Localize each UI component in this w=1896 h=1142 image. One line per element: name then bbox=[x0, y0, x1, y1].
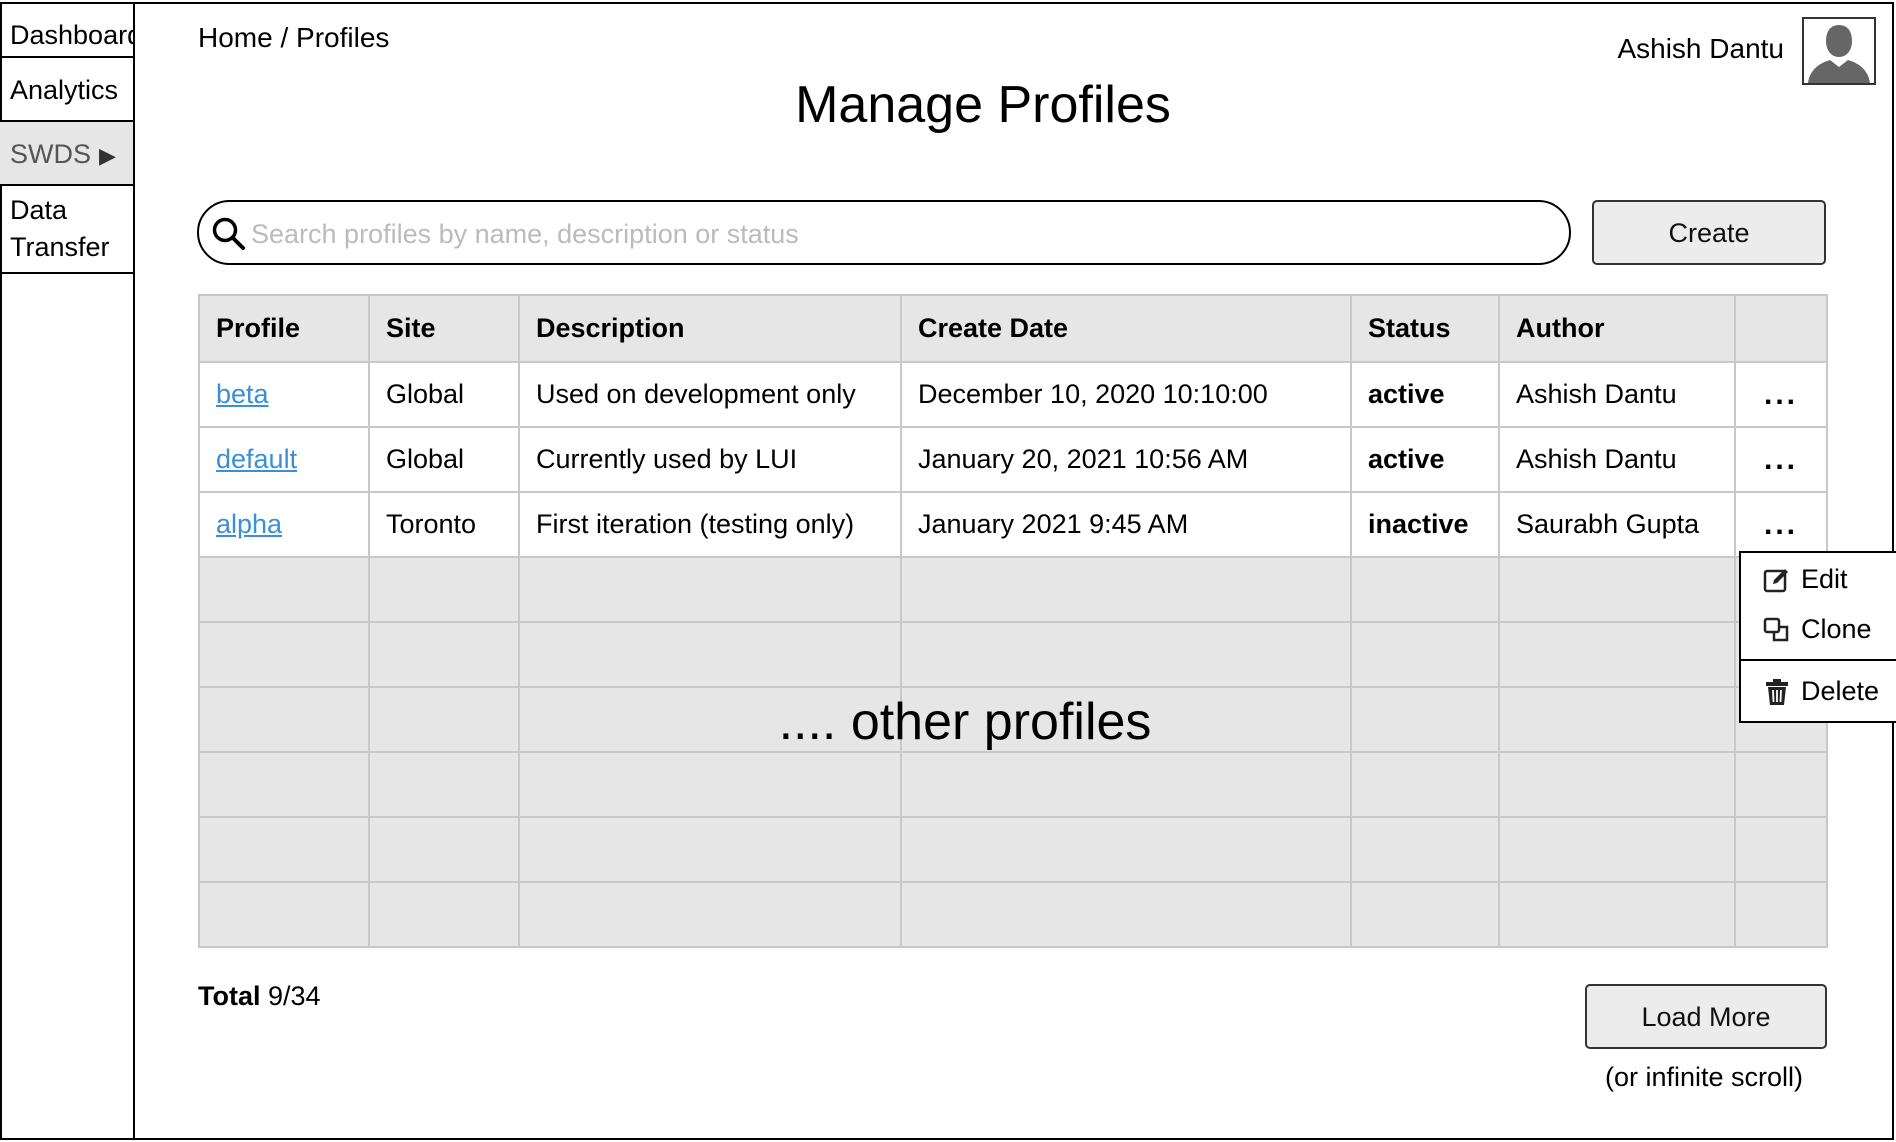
menu-item-delete[interactable]: Delete bbox=[1741, 667, 1896, 715]
other-profiles-placeholder: .... other profiles bbox=[778, 693, 1152, 751]
profile-link[interactable]: default bbox=[216, 444, 297, 474]
description-cell: Currently used by LUI bbox=[518, 426, 902, 493]
status-cell: active bbox=[1350, 426, 1500, 493]
status-cell: active bbox=[1350, 361, 1500, 428]
placeholder-row bbox=[198, 816, 1828, 883]
clone-icon bbox=[1763, 617, 1789, 642]
sidebar-item-label: SWDS bbox=[10, 139, 91, 169]
placeholder-row bbox=[198, 621, 1828, 688]
trash-icon bbox=[1766, 679, 1788, 705]
menu-divider bbox=[1741, 659, 1896, 661]
menu-item-label: Edit bbox=[1801, 564, 1848, 594]
total-value: 9/34 bbox=[268, 981, 321, 1011]
profile-cell: alpha bbox=[198, 491, 370, 558]
user-silhouette-icon bbox=[1804, 19, 1874, 83]
profile-link[interactable]: beta bbox=[216, 379, 269, 409]
sidebar-item-data-transfer[interactable]: Data Transfer bbox=[0, 186, 133, 274]
column-header-create-date[interactable]: Create Date bbox=[900, 294, 1352, 363]
actions-cell: ... bbox=[1734, 491, 1828, 558]
avatar[interactable] bbox=[1802, 17, 1876, 85]
table-row: default Global Currently used by LUI Jan… bbox=[198, 426, 1828, 493]
column-header-site[interactable]: Site bbox=[368, 294, 520, 363]
more-actions-button[interactable]: ... bbox=[1764, 378, 1798, 411]
placeholder-row bbox=[198, 556, 1828, 623]
breadcrumb-current: Profiles bbox=[296, 22, 390, 53]
row-context-menu: Edit Clone Delete bbox=[1739, 551, 1896, 723]
site-cell: Global bbox=[368, 361, 520, 428]
search-box bbox=[197, 200, 1571, 265]
menu-item-label: Delete bbox=[1801, 676, 1880, 706]
breadcrumb-home[interactable]: Home bbox=[198, 22, 273, 53]
user-name: Ashish Dantu bbox=[1617, 33, 1784, 64]
sidebar: Dashboard Analytics SWDS ▶ Data Transfer bbox=[0, 2, 135, 1140]
create-date-cell: January 20, 2021 10:56 AM bbox=[900, 426, 1352, 493]
breadcrumb-separator: / bbox=[272, 22, 297, 53]
menu-item-edit[interactable]: Edit bbox=[1741, 555, 1896, 603]
create-button[interactable]: Create bbox=[1592, 200, 1826, 265]
author-cell: Ashish Dantu bbox=[1498, 361, 1736, 428]
author-cell: Ashish Dantu bbox=[1498, 426, 1736, 493]
profile-cell: beta bbox=[198, 361, 370, 428]
description-cell: First iteration (testing only) bbox=[518, 491, 902, 558]
placeholder-row bbox=[198, 751, 1828, 818]
total-count: Total 9/34 bbox=[198, 981, 321, 1012]
search-icon bbox=[212, 217, 245, 250]
search-input[interactable] bbox=[249, 210, 1553, 258]
more-actions-button[interactable]: ... bbox=[1764, 443, 1798, 476]
column-header-author[interactable]: Author bbox=[1498, 294, 1736, 363]
description-cell: Used on development only bbox=[518, 361, 902, 428]
column-header-status[interactable]: Status bbox=[1350, 294, 1500, 363]
column-header-profile[interactable]: Profile bbox=[198, 294, 370, 363]
table-row: alpha Toronto First iteration (testing o… bbox=[198, 491, 1828, 558]
page-title: Manage Profiles bbox=[795, 76, 1171, 134]
actions-cell: ... bbox=[1734, 426, 1828, 493]
actions-cell: ... bbox=[1734, 361, 1828, 428]
menu-item-label: Clone bbox=[1801, 614, 1872, 644]
column-header-description[interactable]: Description bbox=[518, 294, 902, 363]
menu-item-clone[interactable]: Clone bbox=[1741, 605, 1896, 653]
infinite-scroll-note: (or infinite scroll) bbox=[1605, 1062, 1804, 1092]
site-cell: Toronto bbox=[368, 491, 520, 558]
breadcrumb: Home / Profiles bbox=[198, 22, 389, 54]
sidebar-item-label: Data Transfer bbox=[10, 195, 110, 262]
author-cell: Saurabh Gupta bbox=[1498, 491, 1736, 558]
status-cell: inactive bbox=[1350, 491, 1500, 558]
site-cell: Global bbox=[368, 426, 520, 493]
placeholder-row bbox=[198, 881, 1828, 948]
sidebar-item-dashboard[interactable]: Dashboard bbox=[0, 2, 133, 58]
create-date-cell: December 10, 2020 10:10:00 bbox=[900, 361, 1352, 428]
profile-cell: default bbox=[198, 426, 370, 493]
profiles-table: Profile Site Description Create Date Sta… bbox=[198, 294, 1828, 948]
table-row: beta Global Used on development only Dec… bbox=[198, 361, 1828, 428]
sidebar-item-label: Dashboard bbox=[10, 20, 133, 50]
edit-icon bbox=[1763, 569, 1788, 593]
table-header-row: Profile Site Description Create Date Sta… bbox=[198, 294, 1828, 363]
create-date-cell: January 2021 9:45 AM bbox=[900, 491, 1352, 558]
column-header-actions bbox=[1734, 294, 1828, 363]
total-label: Total bbox=[198, 981, 261, 1011]
more-actions-button[interactable]: ... bbox=[1764, 508, 1798, 541]
profile-link[interactable]: alpha bbox=[216, 509, 282, 539]
load-more-button[interactable]: Load More bbox=[1585, 984, 1827, 1049]
